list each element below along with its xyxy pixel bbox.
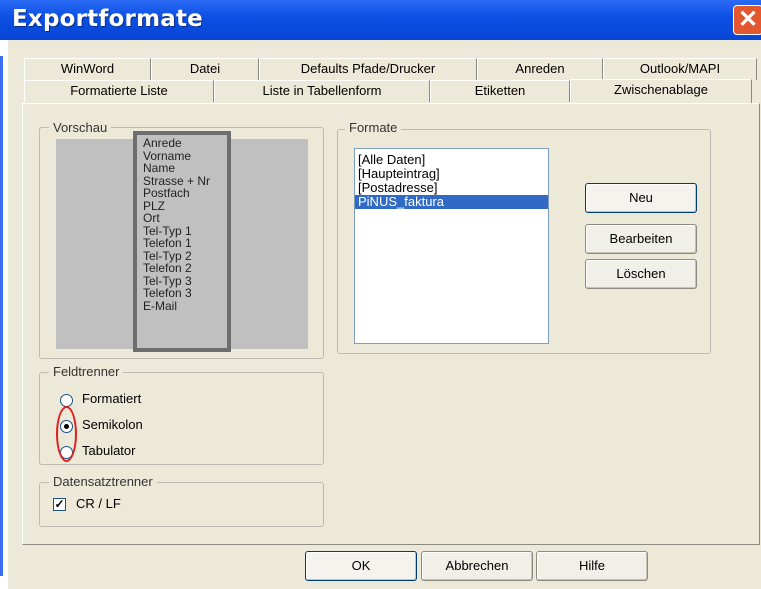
tab-liste-in-tabellenform[interactable]: Liste in Tabellenform xyxy=(214,80,430,102)
bearbeiten-button[interactable]: Bearbeiten xyxy=(585,224,697,254)
loeschen-button[interactable]: Löschen xyxy=(585,259,697,289)
annotation-highlight-oval xyxy=(56,406,77,462)
tab-zwischenablage[interactable]: Zwischenablage xyxy=(570,79,752,103)
preview-field: Postfach xyxy=(143,186,190,200)
checkbox-label-cr-lf: CR / LF xyxy=(76,496,121,511)
tab-winword[interactable]: WinWord xyxy=(24,58,151,80)
preview-field: Telefon 3 xyxy=(143,286,192,300)
tab-etiketten[interactable]: Etiketten xyxy=(430,80,570,102)
radio-label-semikolon: Semikolon xyxy=(82,417,143,432)
feldtrenner-group-title: Feldtrenner xyxy=(49,364,124,379)
preview-field: Ort xyxy=(143,211,160,225)
ok-button[interactable]: OK xyxy=(305,551,417,581)
list-item-selected[interactable]: PiNUS_faktura xyxy=(355,195,548,209)
neu-button[interactable]: Neu xyxy=(585,183,697,213)
preview-field: Name xyxy=(143,161,176,175)
radio-label-formatiert: Formatiert xyxy=(82,391,142,406)
preview-field: E-Mail xyxy=(143,298,178,313)
radio-label-tabulator: Tabulator xyxy=(82,443,136,458)
tab-datei[interactable]: Datei xyxy=(151,58,259,80)
hilfe-button[interactable]: Hilfe xyxy=(536,551,648,581)
list-item[interactable]: [Postadresse] xyxy=(355,181,548,195)
preview-field: Telefon 1 xyxy=(143,236,192,250)
window-title: Exportformate xyxy=(12,6,203,32)
tab-defaults-pfade-drucker[interactable]: Defaults Pfade/Drucker xyxy=(259,58,477,80)
close-icon: ✕ xyxy=(737,6,759,33)
window-left-border xyxy=(0,56,3,576)
preview-field-list: Anrede Vorname Name Strasse + Nr Postfac… xyxy=(133,131,231,352)
preview-group-title: Vorschau xyxy=(49,120,112,135)
formate-listbox[interactable]: [Alle Daten] [Haupteintrag] [Postadresse… xyxy=(354,148,549,344)
abbrechen-button[interactable]: Abbrechen xyxy=(421,551,533,581)
checkbox-cr-lf[interactable]: ✓ xyxy=(53,498,66,511)
tab-formatierte-liste[interactable]: Formatierte Liste xyxy=(24,80,214,102)
tab-outlook-mapi[interactable]: Outlook/MAPI xyxy=(603,58,757,80)
list-item[interactable]: [Alle Daten] xyxy=(355,153,548,167)
tab-anreden[interactable]: Anreden xyxy=(477,58,603,80)
preview-field: Anrede xyxy=(143,136,182,150)
list-item[interactable]: [Haupteintrag] xyxy=(355,167,548,181)
close-button[interactable]: ✕ xyxy=(733,5,761,35)
preview-field: Telefon 2 xyxy=(143,261,192,275)
formate-group-title: Formate xyxy=(345,120,402,135)
check-icon: ✓ xyxy=(54,497,65,511)
datensatztrenner-group-title: Datensatztrenner xyxy=(49,474,157,489)
